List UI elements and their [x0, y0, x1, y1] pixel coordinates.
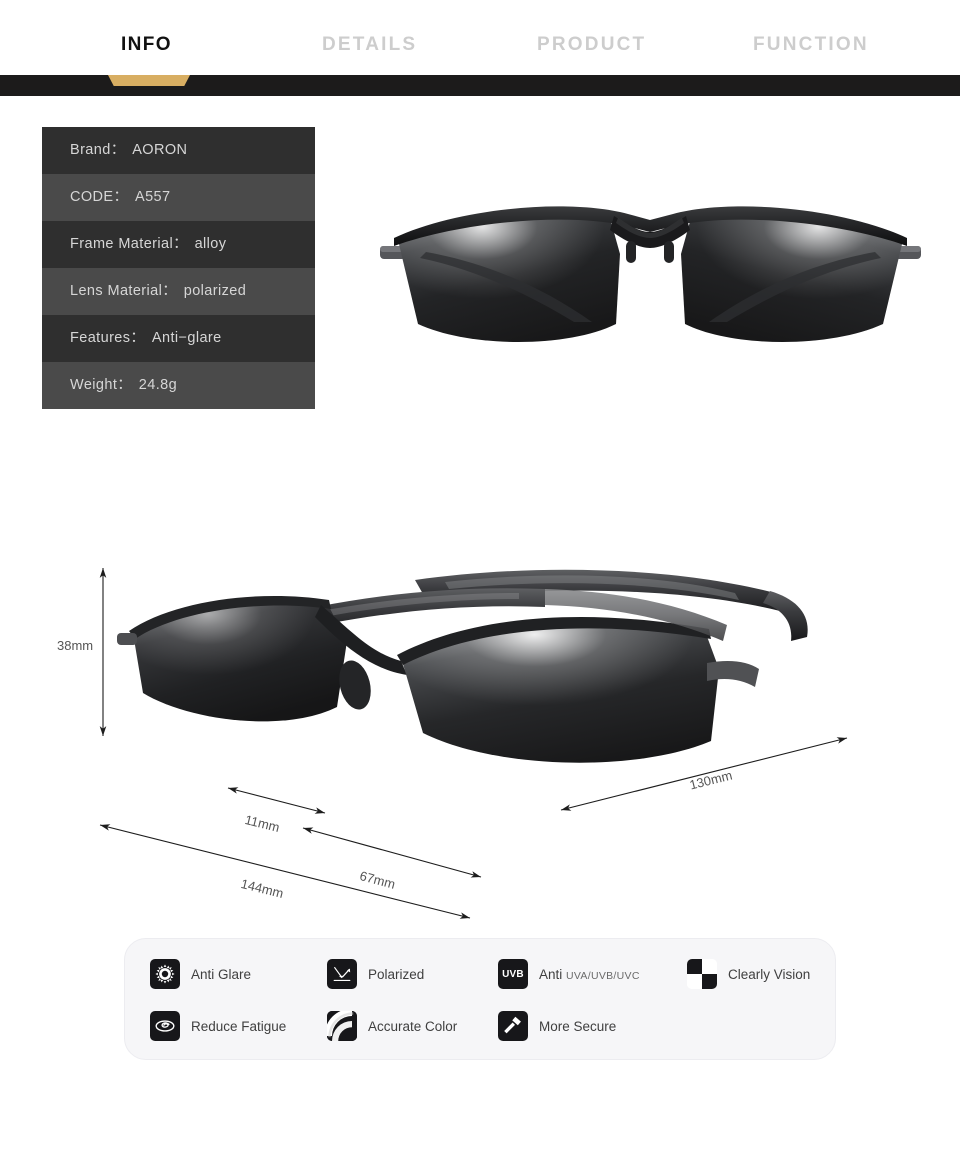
feature-anti-uv: UVB Anti UVA/UVB/UVC [498, 959, 640, 989]
feature-label-detail: UVA/UVB/UVC [566, 969, 640, 982]
feature-reduce-fatigue: Reduce Fatigue [150, 1011, 286, 1041]
sun-icon [150, 959, 180, 989]
spec-row-lens-material: Lens Material： polarized [42, 268, 315, 315]
feature-anti-glare: Anti Glare [150, 959, 251, 989]
feature-label: Polarized [368, 966, 425, 982]
spec-row-weight: Weight： 24.8g [42, 362, 315, 409]
feature-label: Reduce Fatigue [191, 1018, 287, 1034]
spec-row-features: Features： Anti−glare [42, 315, 315, 362]
spec-separator: ： [173, 236, 188, 252]
uvb-badge-text: UVB [502, 968, 524, 980]
spec-value: Anti−glare [151, 330, 222, 346]
feature-label: Anti Glare [191, 966, 252, 982]
spec-row-brand: Brand： AORON [42, 127, 315, 174]
spec-row-frame-material: Frame Material： alloy [42, 221, 315, 268]
tab-details[interactable]: DETAILS [322, 34, 417, 56]
feature-label: More Secure [539, 1018, 617, 1034]
feature-accurate-color: Accurate Color [327, 1011, 457, 1041]
feature-more-secure: More Secure [498, 1011, 616, 1041]
tab-product[interactable]: PRODUCT [537, 34, 646, 56]
spec-separator: ： [113, 189, 129, 205]
light-ray-icon [327, 959, 357, 989]
color-swirl-icon [327, 1011, 357, 1041]
active-tab-indicator [108, 75, 190, 86]
spec-row-code: CODE： A557 [42, 174, 315, 221]
dimension-annotations: 38mm 11mm 67mm 144mm 130mm [0, 540, 960, 940]
spec-separator: ： [110, 142, 126, 158]
feature-label: Accurate Color [368, 1018, 458, 1034]
hammer-icon [498, 1011, 528, 1041]
feature-label-main: Anti [539, 966, 567, 982]
tab-function[interactable]: FUNCTION [753, 34, 869, 56]
feature-polarized: Polarized [327, 959, 424, 989]
dimension-label-lens-height: 38mm [57, 638, 94, 653]
product-spec-table: Brand： AORON CODE： A557 Frame Material： all… [42, 127, 315, 409]
spec-label: Weight [70, 377, 118, 393]
spec-label: Frame Material [70, 236, 174, 252]
spec-separator: ： [130, 330, 145, 346]
spec-value: alloy [194, 236, 227, 252]
feature-label: Clearly Vision [728, 966, 811, 982]
feature-label: Anti UVA/UVB/UVC [539, 967, 640, 982]
spec-value: A557 [135, 189, 171, 205]
spec-label: Lens Material [70, 283, 163, 299]
spec-label: Brand [70, 142, 111, 158]
tab-info[interactable]: INFO [121, 34, 172, 56]
checkerboard-icon [687, 959, 717, 989]
eye-icon [150, 1011, 180, 1041]
feature-clearly-vision: Clearly Vision [687, 959, 810, 989]
uvb-badge-icon: UVB [498, 959, 528, 989]
spec-label: CODE [70, 189, 114, 205]
spec-separator: ： [162, 283, 177, 299]
feature-highlights-panel: Anti Glare Polarized UVB Anti UVA/UVB/UV… [124, 938, 836, 1060]
product-image-front-view [378, 196, 923, 376]
spec-value: AORON [132, 142, 188, 158]
spec-label: Features [70, 330, 131, 346]
spec-separator: ： [117, 377, 132, 393]
spec-value: polarized [183, 283, 247, 299]
tab-bar: INFO DETAILS PRODUCT FUNCTION [0, 0, 960, 75]
spec-value: 24.8g [138, 377, 178, 393]
